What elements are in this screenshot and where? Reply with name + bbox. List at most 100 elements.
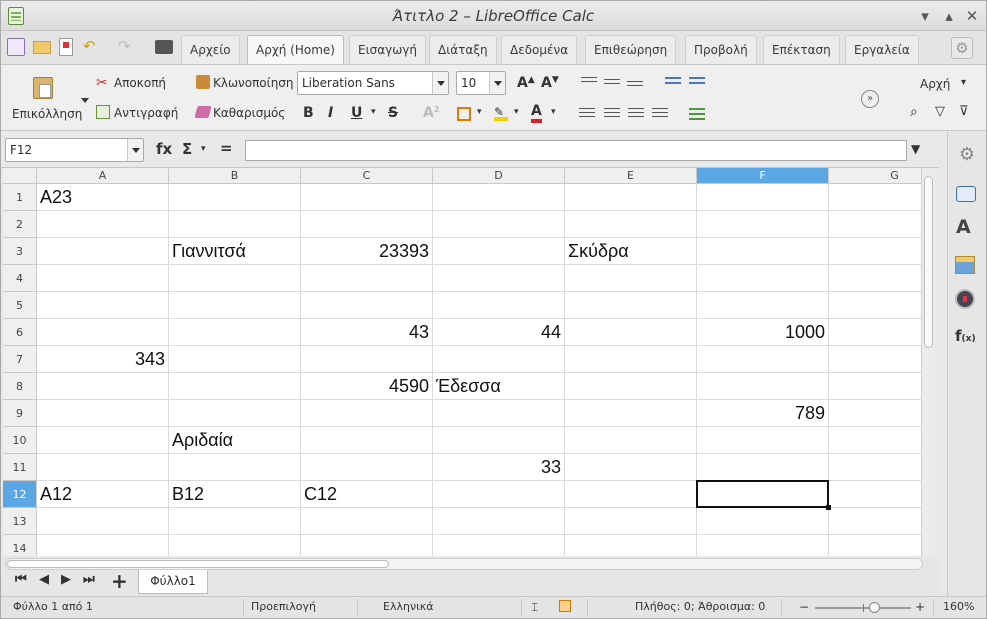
grow-font-icon[interactable]: A▲ [517, 75, 535, 91]
grid-cell[interactable] [829, 238, 921, 265]
grid-cell[interactable] [301, 535, 433, 556]
cell-c8[interactable]: 4590 [301, 373, 433, 400]
grid-cell[interactable] [169, 319, 301, 346]
insert-mode-icon[interactable]: ⌶ [531, 597, 538, 617]
grid-cell[interactable] [829, 535, 921, 556]
conditional-format-icon[interactable] [689, 108, 705, 120]
paste-dropdown-icon[interactable] [81, 98, 89, 106]
align-center-icon[interactable] [604, 108, 620, 120]
grid-cell[interactable] [433, 211, 565, 238]
row-header-6[interactable]: 6 [3, 319, 37, 346]
functions-icon[interactable]: f(x) [955, 328, 976, 344]
standard-filter-icon[interactable]: ⊽ [959, 105, 975, 121]
grid-cell[interactable] [829, 481, 921, 508]
grid-cell[interactable] [433, 184, 565, 211]
grid-cell[interactable] [829, 427, 921, 454]
minimize-icon[interactable]: ▾ [917, 8, 933, 24]
grid-cell[interactable] [37, 292, 169, 319]
grid-cell[interactable] [697, 184, 829, 211]
vertical-scrollbar[interactable] [921, 168, 935, 556]
tab-data[interactable]: Δεδομένα [501, 35, 578, 64]
new-document-icon[interactable] [7, 38, 25, 56]
grid-cell[interactable] [829, 292, 921, 319]
add-sheet-icon[interactable]: + [111, 569, 128, 593]
column-header-d[interactable]: D [433, 168, 565, 184]
align-top-icon[interactable] [581, 77, 597, 85]
grid-cell[interactable] [565, 400, 697, 427]
cell-d8[interactable]: Έδεσσα [433, 373, 565, 400]
grid-cell[interactable] [829, 184, 921, 211]
highlight-icon[interactable]: ✎ [494, 105, 508, 121]
sum-icon[interactable]: Σ [182, 140, 192, 158]
cell-b10[interactable]: Αριδαία [169, 427, 301, 454]
grid-cell[interactable] [829, 373, 921, 400]
grid-cell[interactable] [565, 481, 697, 508]
language-status[interactable]: Ελληνικά [383, 597, 434, 617]
grid-cell[interactable] [169, 400, 301, 427]
grid-cell[interactable] [301, 508, 433, 535]
grid-cell[interactable] [37, 454, 169, 481]
row-header-4[interactable]: 4 [3, 265, 37, 292]
name-box[interactable]: F12 [5, 138, 144, 162]
superscript-icon[interactable]: A2 [423, 105, 439, 121]
row-header-8[interactable]: 8 [3, 373, 37, 400]
grid-cell[interactable] [301, 346, 433, 373]
align-justify-icon[interactable] [652, 108, 668, 120]
horizontal-scrollbar[interactable] [5, 558, 923, 570]
cell-cursor-f12[interactable] [696, 480, 829, 508]
expand-formula-bar-icon[interactable]: ▼ [911, 142, 920, 156]
tab-layout[interactable]: Διάταξη [429, 35, 497, 64]
row-header-10[interactable]: 10 [3, 427, 37, 454]
bold-icon[interactable]: B [303, 105, 314, 121]
previous-sheet-icon[interactable]: ◀ [39, 572, 49, 587]
grid-cell[interactable] [697, 454, 829, 481]
grid-cell[interactable] [169, 265, 301, 292]
column-header-e[interactable]: E [565, 168, 697, 184]
font-name-dropdown-icon[interactable] [432, 72, 448, 94]
grid-cell[interactable] [169, 211, 301, 238]
print-icon[interactable] [155, 40, 173, 54]
cell-d11[interactable]: 33 [433, 454, 565, 481]
copy-button[interactable]: Αντιγραφή [114, 106, 178, 120]
grid-cell[interactable] [169, 292, 301, 319]
zoom-slider-handle[interactable] [869, 602, 880, 613]
grid-cell[interactable] [301, 292, 433, 319]
gallery-icon[interactable] [955, 256, 975, 274]
grid-cell[interactable] [829, 346, 921, 373]
grid-cell[interactable] [169, 508, 301, 535]
grid-cell[interactable] [697, 346, 829, 373]
last-sheet-icon[interactable]: ⏭ [83, 572, 95, 587]
font-size-combo[interactable]: 10 [456, 71, 506, 95]
grid-cell[interactable] [697, 535, 829, 556]
cell-c12[interactable]: C12 [301, 481, 433, 508]
grid-cell[interactable] [37, 265, 169, 292]
paste-button[interactable]: Επικόλληση [12, 107, 82, 121]
grid-cell[interactable] [37, 535, 169, 556]
grid-cell[interactable] [829, 319, 921, 346]
navigator-icon[interactable] [955, 289, 975, 309]
grid-cell[interactable] [301, 454, 433, 481]
cell-a12[interactable]: A12 [37, 481, 169, 508]
grid-cell[interactable] [37, 238, 169, 265]
grid-cell[interactable] [433, 346, 565, 373]
cell-c6[interactable]: 43 [301, 319, 433, 346]
font-color-dropdown-icon[interactable]: ▾ [551, 107, 556, 117]
sidebar-settings-icon[interactable]: ⚙ [956, 144, 978, 166]
sheet-tab-1[interactable]: Φύλλο1 [138, 570, 208, 594]
cell-e3[interactable]: Σκύδρα [565, 238, 697, 265]
cell-f9[interactable]: 789 [697, 400, 829, 427]
spreadsheet-grid[interactable]: A B C D E F G 1 2 3 4 5 6 7 8 9 10 11 12 13 14 A23 Γι… [3, 168, 921, 556]
formula-input[interactable] [245, 140, 907, 161]
formula-icon[interactable]: = [220, 139, 233, 157]
grid-cell[interactable] [37, 319, 169, 346]
grid-cell[interactable] [169, 373, 301, 400]
font-size-dropdown-icon[interactable] [489, 72, 505, 94]
grid-cell[interactable] [169, 184, 301, 211]
grid-cell[interactable] [37, 211, 169, 238]
style-dropdown-icon[interactable]: ▾ [961, 77, 966, 88]
tab-extension[interactable]: Επέκταση [763, 35, 840, 64]
grid-cell[interactable] [565, 265, 697, 292]
grid-cell[interactable] [697, 238, 829, 265]
underline-icon[interactable]: U [351, 105, 362, 121]
grid-cell[interactable] [169, 346, 301, 373]
